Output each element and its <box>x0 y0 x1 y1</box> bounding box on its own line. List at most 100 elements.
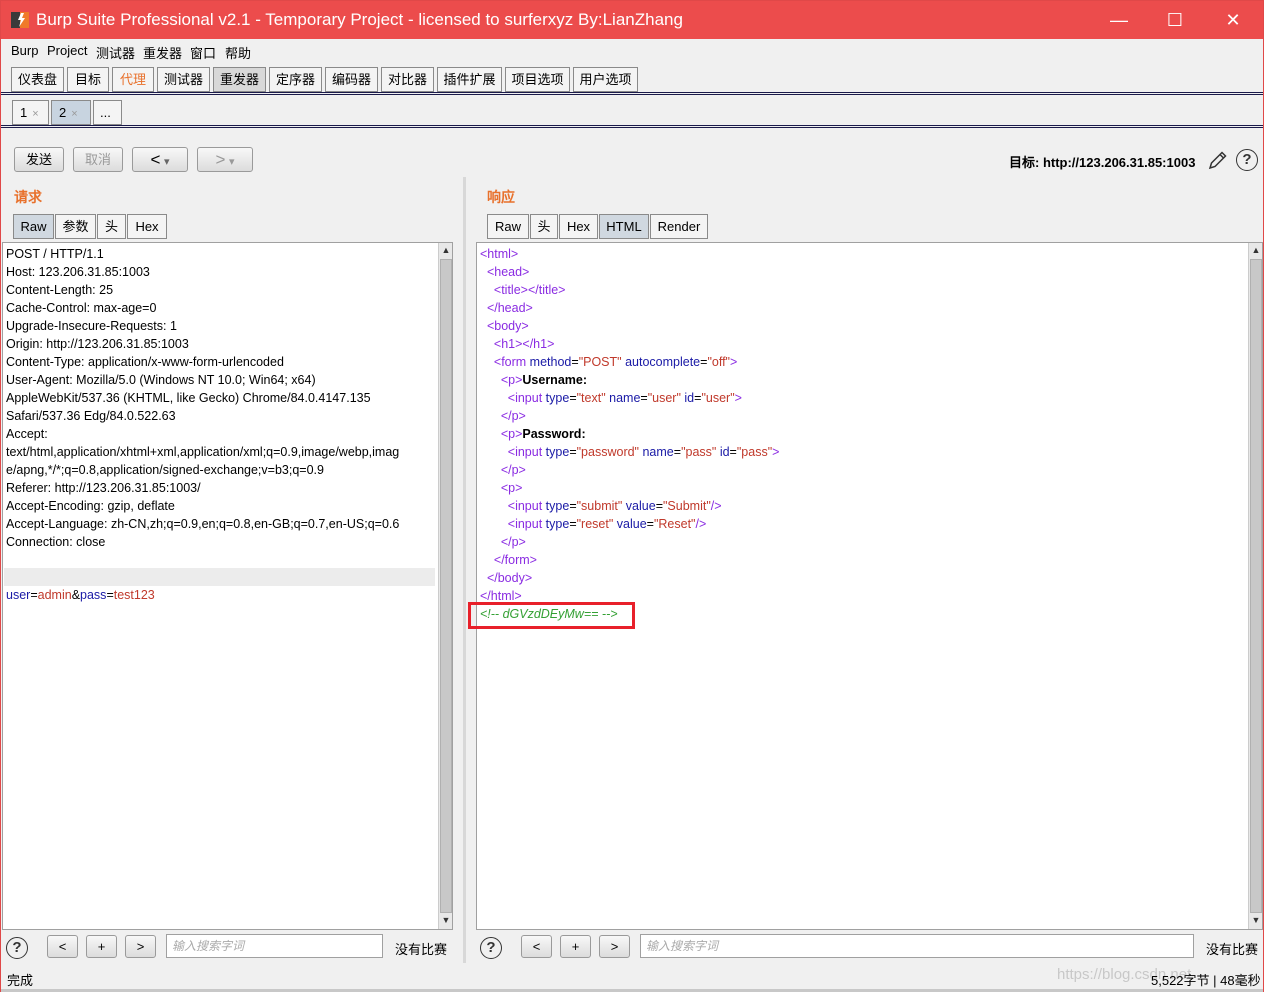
burp-window: Burp Suite Professional v2.1 - Temporary… <box>0 0 1264 992</box>
tab-repeater[interactable]: 重发器 <box>213 67 266 92</box>
title-bar: Burp Suite Professional v2.1 - Temporary… <box>1 1 1263 39</box>
response-line: <body> <box>480 317 529 335</box>
response-token: > <box>772 445 780 459</box>
scroll-thumb[interactable] <box>1250 259 1262 913</box>
request-editor[interactable]: POST / HTTP/1.1 Host: 123.206.31.85:1003 C… <box>2 242 453 930</box>
response-search-next-button[interactable]: > <box>599 935 630 958</box>
status-text: 完成 <box>7 973 34 988</box>
tab-comparer[interactable]: 对比器 <box>381 67 434 92</box>
response-token: "pass" <box>681 445 717 459</box>
response-scrollbar[interactable]: ▲ ▼ <box>1248 243 1262 929</box>
response-token: = <box>571 355 579 369</box>
tab-project-options[interactable]: 项目选项 <box>505 67 570 92</box>
edit-target-icon[interactable] <box>1207 149 1229 171</box>
response-editor[interactable]: <html> <head> <title></title> </head> <b… <box>476 242 1263 930</box>
tab-decoder[interactable]: 编码器 <box>325 67 378 92</box>
back-button[interactable]: < ▾ <box>132 147 188 172</box>
cancel-button[interactable]: 取消 <box>73 147 123 172</box>
response-token: type <box>545 499 570 513</box>
response-token: </p> <box>480 409 526 423</box>
split-pane-divider[interactable] <box>463 177 466 963</box>
response-token: <body> <box>480 319 529 333</box>
menu-window[interactable]: 窗口 <box>190 43 216 62</box>
menu-burp[interactable]: Burp <box>11 43 38 58</box>
response-search-add-button[interactable]: + <box>560 935 591 958</box>
request-search-next-button[interactable]: > <box>125 935 156 958</box>
response-token: "password" <box>576 445 639 459</box>
response-token: value <box>613 517 647 531</box>
request-search-prev-button[interactable]: < <box>47 935 78 958</box>
request-tab-headers[interactable]: 头 <box>97 214 126 239</box>
repeater-tab-1[interactable]: 1 × <box>12 100 49 125</box>
response-tab-headers[interactable]: 头 <box>530 214 558 239</box>
scroll-down-icon[interactable]: ▼ <box>439 915 452 925</box>
tab-user-options[interactable]: 用户选项 <box>573 67 638 92</box>
response-token: > <box>734 391 742 405</box>
request-search-add-button[interactable]: + <box>86 935 117 958</box>
request-line: Content-Length: 25 <box>6 283 114 297</box>
menu-repeater[interactable]: 重发器 <box>143 43 182 62</box>
forward-button[interactable]: > ▾ <box>197 147 253 172</box>
target-label: 目标: http://123.206.31.85:1003 <box>1009 155 1196 170</box>
response-line: <input type="password" name="pass" id="p… <box>480 443 780 461</box>
request-tab-params[interactable]: 参数 <box>55 214 96 239</box>
response-search-help-icon[interactable]: ? <box>480 937 502 959</box>
tab-intruder[interactable]: 测试器 <box>157 67 210 92</box>
request-body-token: test123 <box>113 588 155 602</box>
request-search-input[interactable]: 输入搜索字词 <box>166 934 383 958</box>
request-line: User-Agent: Mozilla/5.0 (Windows NT 10.0… <box>6 373 316 387</box>
request-scrollbar[interactable]: ▲ ▼ <box>438 243 452 929</box>
response-token: = <box>569 499 577 513</box>
request-tab-hex[interactable]: Hex <box>127 214 167 239</box>
close-tab-icon[interactable]: × <box>32 108 38 120</box>
response-token: </body> <box>480 571 533 585</box>
tab-sequencer[interactable]: 定序器 <box>269 67 322 92</box>
response-search-input[interactable]: 输入搜索字词 <box>640 934 1194 958</box>
response-token: </head> <box>480 301 533 315</box>
help-icon[interactable]: ? <box>1236 149 1258 171</box>
response-token: type <box>545 517 570 531</box>
response-heading: 响应 <box>487 189 515 205</box>
response-token: "Reset" <box>653 517 696 531</box>
response-token: "off" <box>707 355 730 369</box>
request-line: text/html,application/xhtml+xml,applicat… <box>6 445 400 459</box>
menu-bar: Burp Project 测试器 重发器 窗口 帮助 <box>1 39 1263 63</box>
repeater-tab-new[interactable]: ... <box>93 100 122 125</box>
response-token: Username: <box>522 373 588 387</box>
scroll-up-icon[interactable]: ▲ <box>1249 245 1262 255</box>
close-button[interactable]: ✕ <box>1205 1 1261 39</box>
response-token: <head> <box>480 265 530 279</box>
close-tab-icon[interactable]: × <box>71 108 77 120</box>
scroll-thumb[interactable] <box>440 259 452 913</box>
maximize-button[interactable]: ☐ <box>1147 1 1203 39</box>
tab-target[interactable]: 目标 <box>67 67 109 92</box>
response-tab-raw[interactable]: Raw <box>487 214 529 239</box>
request-search-help-icon[interactable]: ? <box>6 937 28 959</box>
response-line: <p> <box>480 479 523 497</box>
response-token: /> <box>710 499 722 513</box>
scroll-up-icon[interactable]: ▲ <box>439 245 452 255</box>
response-token: autocomplete <box>621 355 701 369</box>
menu-intruder[interactable]: 测试器 <box>96 43 135 62</box>
response-token: "text" <box>576 391 606 405</box>
request-body-token: = <box>106 588 114 602</box>
response-token: <input <box>480 499 546 513</box>
response-token: </html> <box>480 589 522 603</box>
scroll-down-icon[interactable]: ▼ <box>1249 915 1262 925</box>
minimize-button[interactable]: — <box>1091 1 1147 39</box>
menu-help[interactable]: 帮助 <box>225 43 251 62</box>
tab-dashboard[interactable]: 仪表盘 <box>11 67 64 92</box>
tab-proxy[interactable]: 代理 <box>112 67 154 92</box>
repeater-tab-2[interactable]: 2 × <box>51 100 91 125</box>
request-line: Origin: http://123.206.31.85:1003 <box>6 337 189 351</box>
request-tab-raw[interactable]: Raw <box>13 214 54 239</box>
send-button[interactable]: 发送 <box>14 147 64 172</box>
response-tab-html[interactable]: HTML <box>599 214 649 239</box>
response-tab-hex[interactable]: Hex <box>559 214 598 239</box>
menu-project[interactable]: Project <box>47 43 87 58</box>
response-token: = <box>655 499 663 513</box>
tab-extender[interactable]: 插件扩展 <box>437 67 502 92</box>
response-token: <form <box>480 355 530 369</box>
response-tab-render[interactable]: Render <box>650 214 708 239</box>
response-search-prev-button[interactable]: < <box>521 935 552 958</box>
